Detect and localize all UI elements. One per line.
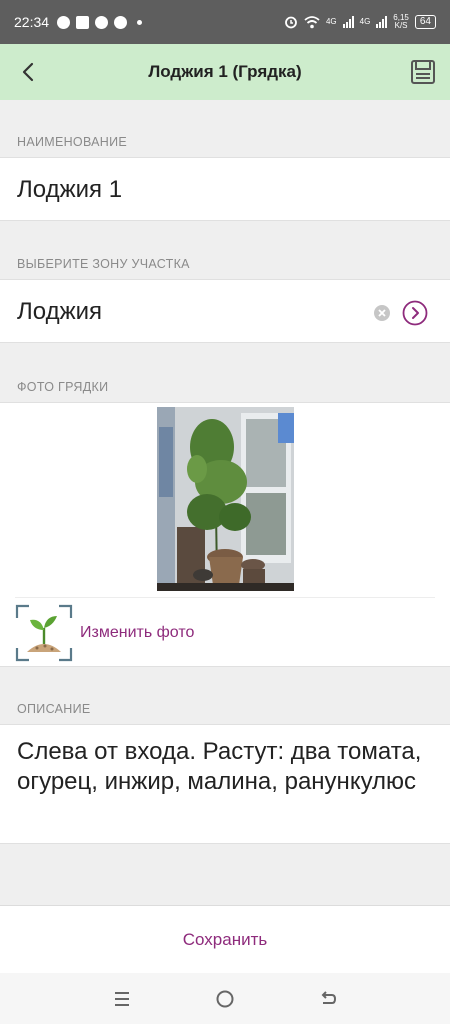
home-icon[interactable] (214, 988, 236, 1010)
zone-value[interactable]: Лоджия (17, 298, 102, 326)
change-photo-row[interactable]: Изменить фото (0, 597, 450, 667)
save-button[interactable]: Сохранить (183, 930, 267, 950)
app-bar: Лоджия 1 (Грядка) (0, 44, 450, 100)
description-section-label: ОПИСАНИЕ (17, 702, 91, 716)
save-disk-icon[interactable] (410, 59, 436, 85)
save-bar: Сохранить (0, 905, 450, 973)
network-speed: 6,15 K/S (393, 14, 409, 30)
status-bar: 22:34 4G 4G 6,15 K/S 64 (0, 0, 450, 44)
app-icon (95, 15, 109, 29)
name-field[interactable]: Лоджия 1 (0, 157, 450, 221)
zone-field[interactable]: Лоджия (0, 279, 450, 343)
garden-bed-photo[interactable] (157, 407, 294, 591)
description-value[interactable]: Слева от входа. Растут: два томата, огур… (17, 737, 437, 797)
wifi-icon (304, 15, 320, 28)
signal-icon-2 (376, 16, 388, 28)
plant-icon (15, 604, 73, 662)
clear-icon[interactable] (374, 305, 390, 321)
network-4g-1: 4G (325, 17, 337, 26)
speed-unit: K/S (394, 21, 408, 30)
battery-indicator: 64 (414, 15, 436, 29)
page-title: Лоджия 1 (Грядка) (148, 62, 302, 81)
zone-section-label: ВЫБЕРИТЕ ЗОНУ УЧАСТКА (17, 257, 190, 271)
more-notifications-icon (137, 19, 143, 25)
chat-icon (57, 15, 71, 29)
shield-icon (76, 15, 90, 29)
photo-section-label: ФОТО ГРЯДКИ (17, 380, 109, 394)
back-arrow-icon[interactable] (14, 58, 42, 86)
back-icon[interactable] (317, 988, 339, 1010)
menu-icon[interactable] (111, 988, 133, 1010)
change-photo-link[interactable]: Изменить фото (80, 624, 194, 642)
network-4g-2: 4G (359, 17, 371, 26)
status-time: 22:34 (14, 14, 50, 30)
name-section-label: НАИМЕНОВАНИЕ (17, 135, 128, 149)
chevron-right-icon[interactable] (402, 300, 428, 326)
name-value[interactable]: Лоджия 1 (17, 176, 122, 204)
signal-icon-1 (342, 16, 354, 28)
system-nav-bar (0, 973, 450, 1024)
telegram-icon (114, 15, 128, 29)
alarm-icon (285, 16, 297, 29)
